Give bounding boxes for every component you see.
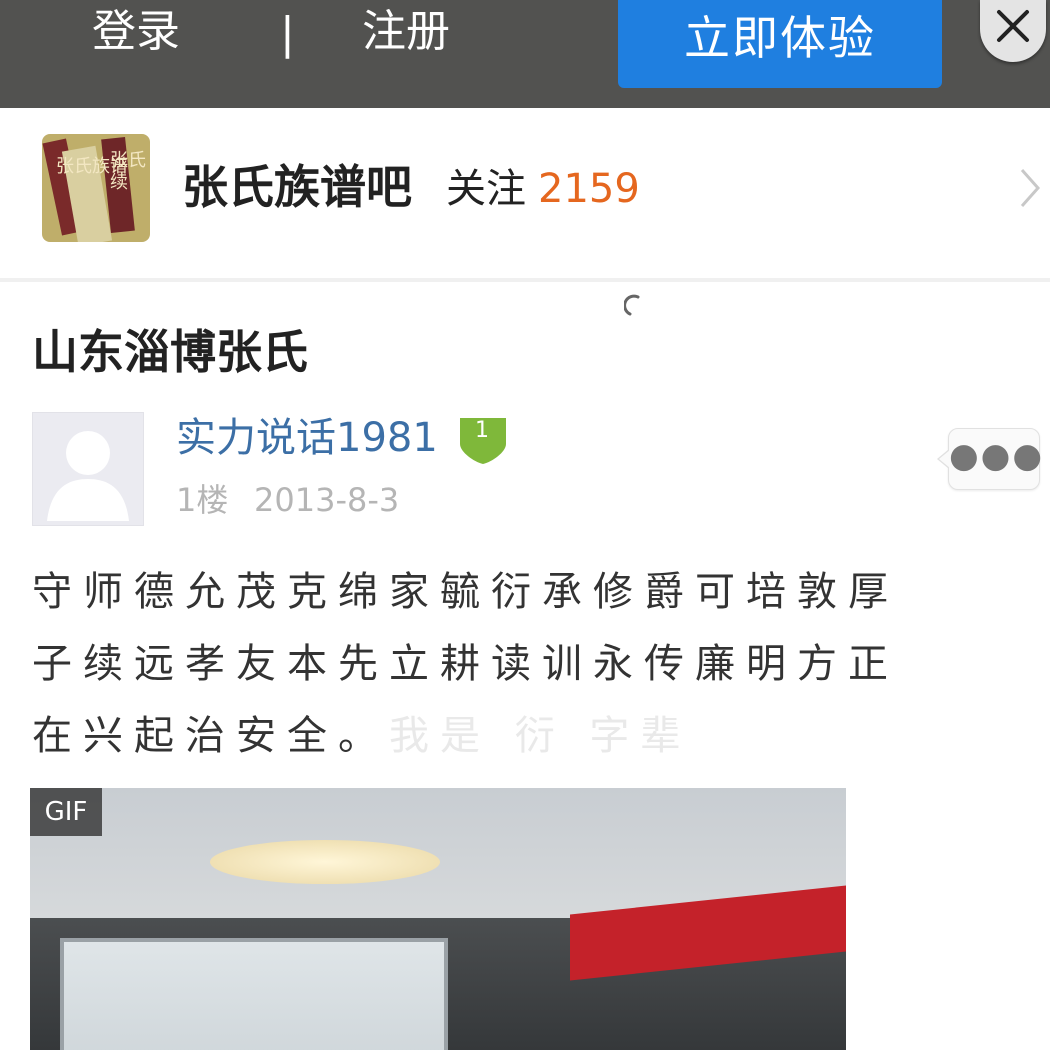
- login-link[interactable]: 登录: [92, 4, 180, 60]
- gif-badge: GIF: [30, 788, 102, 836]
- post-content: 守师德允茂克绵家毓衍承修爵可培敦厚 子续远孝友本先立耕读训永传廉明方正 在兴起治…: [32, 556, 1048, 772]
- level-number: 1: [475, 418, 489, 443]
- try-now-button[interactable]: 立即体验: [618, 0, 942, 88]
- follow-count: 2159: [538, 166, 640, 212]
- avatar[interactable]: [32, 412, 144, 526]
- forum-logo-text-2: 张氏续: [110, 150, 146, 193]
- post-gif-image[interactable]: [30, 788, 846, 1050]
- app-download-banner: 登录 | 注册 立即体验: [0, 0, 1050, 108]
- banner-separator: |: [280, 8, 295, 59]
- default-avatar-icon: [47, 431, 129, 521]
- forum-name[interactable]: 张氏族谱吧: [182, 158, 412, 216]
- author-username[interactable]: 实力说话1981: [176, 412, 438, 464]
- follow-label: 关注: [446, 166, 526, 212]
- post-line-2: 子续远孝友本先立耕读训永传廉明方正: [32, 641, 899, 687]
- more-dots-icon: ●●●: [949, 436, 1045, 476]
- chevron-right-icon[interactable]: [1018, 166, 1042, 210]
- post-date: 2013-8-3: [254, 481, 400, 519]
- forum-logo: 张氏族谱 张氏续: [42, 134, 150, 242]
- floor-number: 1楼: [176, 481, 229, 519]
- post-title: 山东淄博张氏: [32, 325, 308, 379]
- more-options-button[interactable]: ●●●: [937, 428, 1045, 490]
- close-banner-button[interactable]: [980, 0, 1046, 62]
- loading-spinner-icon: [624, 294, 640, 316]
- post-line-3: 在兴起治安全。我是 衍 字辈: [32, 700, 1048, 772]
- close-icon: [997, 10, 1029, 42]
- post-faded-text: 我是 衍 字辈: [389, 713, 692, 759]
- post-line-1: 守师德允茂克绵家毓衍承修爵可培敦厚: [32, 569, 899, 615]
- forum-header[interactable]: 张氏族谱 张氏续 张氏族谱吧 关注 2159: [0, 108, 1050, 282]
- post-line-3-text: 在兴起治安全。: [32, 713, 389, 759]
- register-link[interactable]: 注册: [362, 4, 450, 60]
